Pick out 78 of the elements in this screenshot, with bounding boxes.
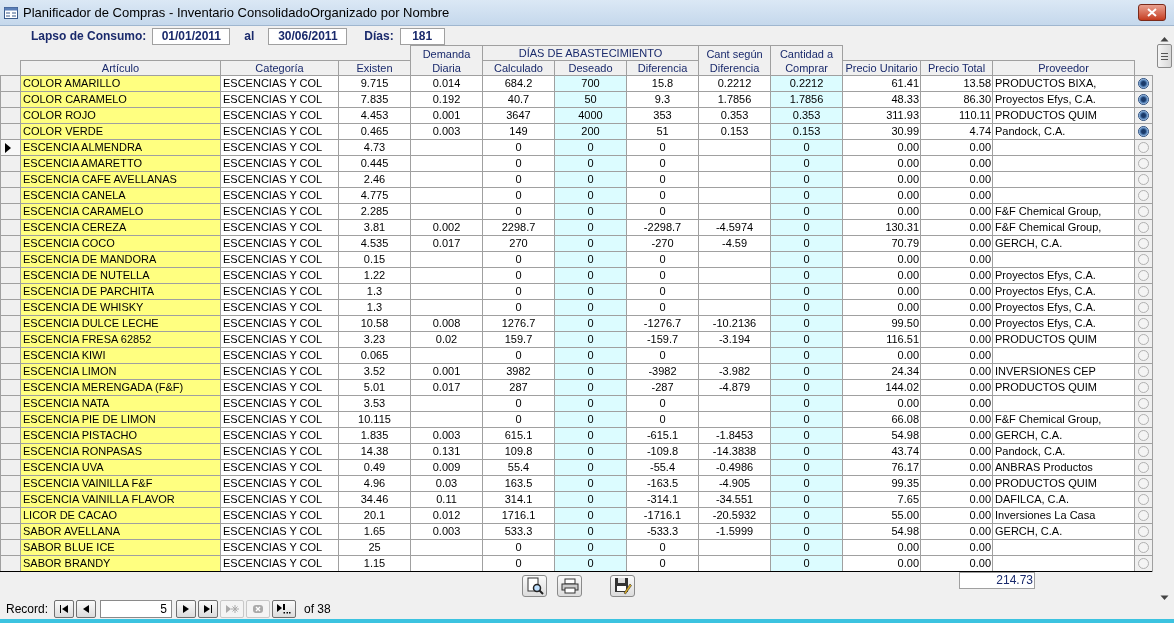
record-number-field[interactable]: 5 bbox=[100, 600, 173, 618]
column-header[interactable]: Precio Total bbox=[920, 60, 993, 76]
scroll-down-icon bbox=[1160, 595, 1169, 601]
next-record-button[interactable] bbox=[176, 600, 197, 618]
radio-button[interactable] bbox=[1138, 366, 1150, 377]
radio-button[interactable] bbox=[1138, 542, 1150, 553]
radio-button[interactable] bbox=[1138, 382, 1150, 393]
date-field[interactable]: 30/06/2011 bbox=[268, 27, 348, 45]
radio-button[interactable] bbox=[1138, 350, 1150, 361]
radio-button[interactable] bbox=[1138, 158, 1150, 169]
radio-button[interactable] bbox=[1138, 126, 1150, 137]
printer-icon bbox=[560, 578, 579, 594]
radio-button[interactable] bbox=[1138, 174, 1150, 185]
save-icon bbox=[613, 577, 632, 595]
radio-button[interactable] bbox=[1138, 190, 1150, 201]
field-label: al bbox=[244, 28, 255, 45]
radio-button[interactable] bbox=[1138, 510, 1150, 521]
column-header[interactable]: Precio Unitario bbox=[842, 60, 921, 76]
preview-icon bbox=[525, 577, 544, 595]
preview-button[interactable] bbox=[522, 575, 547, 597]
days-field[interactable]: 181 bbox=[399, 27, 445, 45]
column-header[interactable]: Proveedor bbox=[992, 60, 1135, 76]
nav-arrow-icon bbox=[225, 605, 239, 613]
radio-button[interactable] bbox=[1138, 302, 1150, 313]
form-icon bbox=[4, 6, 18, 19]
date-field[interactable]: 01/01/2011 bbox=[152, 27, 231, 45]
radio-button[interactable] bbox=[1138, 94, 1150, 105]
column-header[interactable]: Artículo bbox=[20, 60, 221, 76]
column-header[interactable]: Demanda Diaria bbox=[410, 45, 483, 76]
current-record-icon bbox=[5, 142, 11, 153]
nav-arrow-icon bbox=[204, 605, 213, 613]
radio-button[interactable] bbox=[1138, 478, 1150, 489]
first-record-button[interactable] bbox=[54, 600, 75, 618]
total-value: 214.73 bbox=[959, 572, 1035, 589]
scroll-up-icon bbox=[1160, 36, 1169, 42]
radio-button[interactable] bbox=[1138, 446, 1150, 457]
radio-button[interactable] bbox=[1138, 318, 1150, 329]
close-icon bbox=[1147, 8, 1157, 17]
close-button[interactable] bbox=[1138, 4, 1166, 21]
scroll-thumb[interactable] bbox=[1157, 44, 1172, 68]
radio-button[interactable] bbox=[1138, 558, 1150, 569]
field-label: Días: bbox=[364, 28, 394, 45]
column-header[interactable]: Existen bbox=[338, 60, 411, 76]
radio-button[interactable] bbox=[1138, 398, 1150, 409]
radio-button[interactable] bbox=[1138, 206, 1150, 217]
previous-record-button[interactable] bbox=[76, 600, 97, 618]
nav-arrow-icon bbox=[183, 605, 190, 613]
radio-button[interactable] bbox=[1138, 142, 1150, 153]
radio-button[interactable] bbox=[1138, 414, 1150, 425]
radio-button[interactable] bbox=[1138, 254, 1150, 265]
window-title: Planificador de Compras - Inventario ConsolidadoOrganizado por Nombre bbox=[23, 3, 450, 22]
nav-arrow-icon bbox=[83, 605, 90, 613]
radio-button[interactable] bbox=[1138, 430, 1150, 441]
save-button[interactable] bbox=[610, 575, 635, 597]
radio-button[interactable] bbox=[1138, 238, 1150, 249]
column-header[interactable]: Categoría bbox=[220, 60, 339, 76]
radio-button[interactable] bbox=[1138, 270, 1150, 281]
column-header[interactable]: Cantidad a Comprar bbox=[770, 45, 843, 76]
radio-button[interactable] bbox=[1138, 286, 1150, 297]
radio-button[interactable] bbox=[1138, 334, 1150, 345]
record-label: Record: bbox=[6, 601, 49, 618]
nav-arrow-icon bbox=[277, 604, 291, 614]
radio-button[interactable] bbox=[1138, 494, 1150, 505]
radio-button[interactable] bbox=[1138, 222, 1150, 233]
radio-button[interactable] bbox=[1138, 78, 1150, 89]
radio-button[interactable] bbox=[1138, 526, 1150, 537]
nav-arrow-icon bbox=[60, 605, 69, 613]
column-header[interactable]: Cant según Diferencia bbox=[698, 45, 771, 76]
vertical-scrollbar[interactable] bbox=[1156, 36, 1173, 601]
nav-arrow-icon bbox=[253, 605, 264, 613]
printer-button[interactable] bbox=[557, 575, 582, 597]
radio-button[interactable] bbox=[1138, 110, 1150, 121]
record-count: of 38 bbox=[304, 601, 331, 618]
last-record-button[interactable] bbox=[198, 600, 219, 618]
field-label: Lapso de Consumo: bbox=[31, 28, 147, 45]
radio-button[interactable] bbox=[1138, 462, 1150, 473]
more-records-button[interactable] bbox=[272, 600, 297, 618]
group-header: DÍAS DE ABASTECIMIENTO bbox=[482, 45, 699, 61]
